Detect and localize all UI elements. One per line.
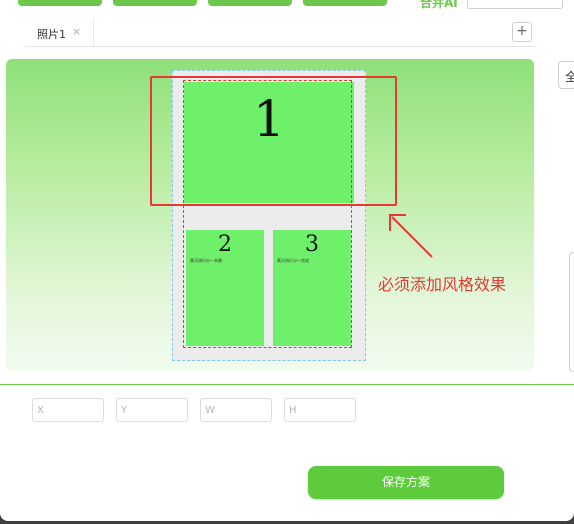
toolbar-input[interactable]: [467, 0, 563, 9]
toolbar-label: 合并AI: [420, 0, 458, 10]
annotation-highlight-box: [150, 76, 397, 206]
w-input[interactable]: W: [200, 398, 272, 422]
editor-window: 合并AI 照片1 × + 1 2 黄河流行分一未删 3 黄河流行分一完成 必须添…: [0, 0, 574, 521]
close-icon[interactable]: ×: [72, 25, 81, 38]
toolbar-button-1[interactable]: [18, 0, 102, 6]
toolbar-button-2[interactable]: [113, 0, 197, 6]
annotation-text: 必须添加风格效果: [378, 275, 507, 294]
tab-photo-1[interactable]: 照片1 ×: [25, 18, 94, 46]
divider: [0, 384, 574, 385]
save-plan-button[interactable]: 保存方案: [308, 466, 504, 499]
add-tab-button[interactable]: +: [512, 22, 532, 42]
toolbar-button-3[interactable]: [208, 0, 292, 6]
tab-bar: 照片1 × +: [25, 18, 537, 47]
right-panel-label: 全: [565, 70, 574, 84]
toolbar-button-4[interactable]: [303, 0, 387, 6]
annotation-arrow-icon: [389, 214, 433, 258]
h-input[interactable]: H: [284, 398, 356, 422]
right-side-card: [569, 252, 574, 372]
x-input[interactable]: X: [32, 398, 104, 422]
y-input[interactable]: Y: [116, 398, 188, 422]
tab-label: 照片1: [37, 28, 66, 41]
right-panel-button[interactable]: 全: [558, 61, 574, 89]
